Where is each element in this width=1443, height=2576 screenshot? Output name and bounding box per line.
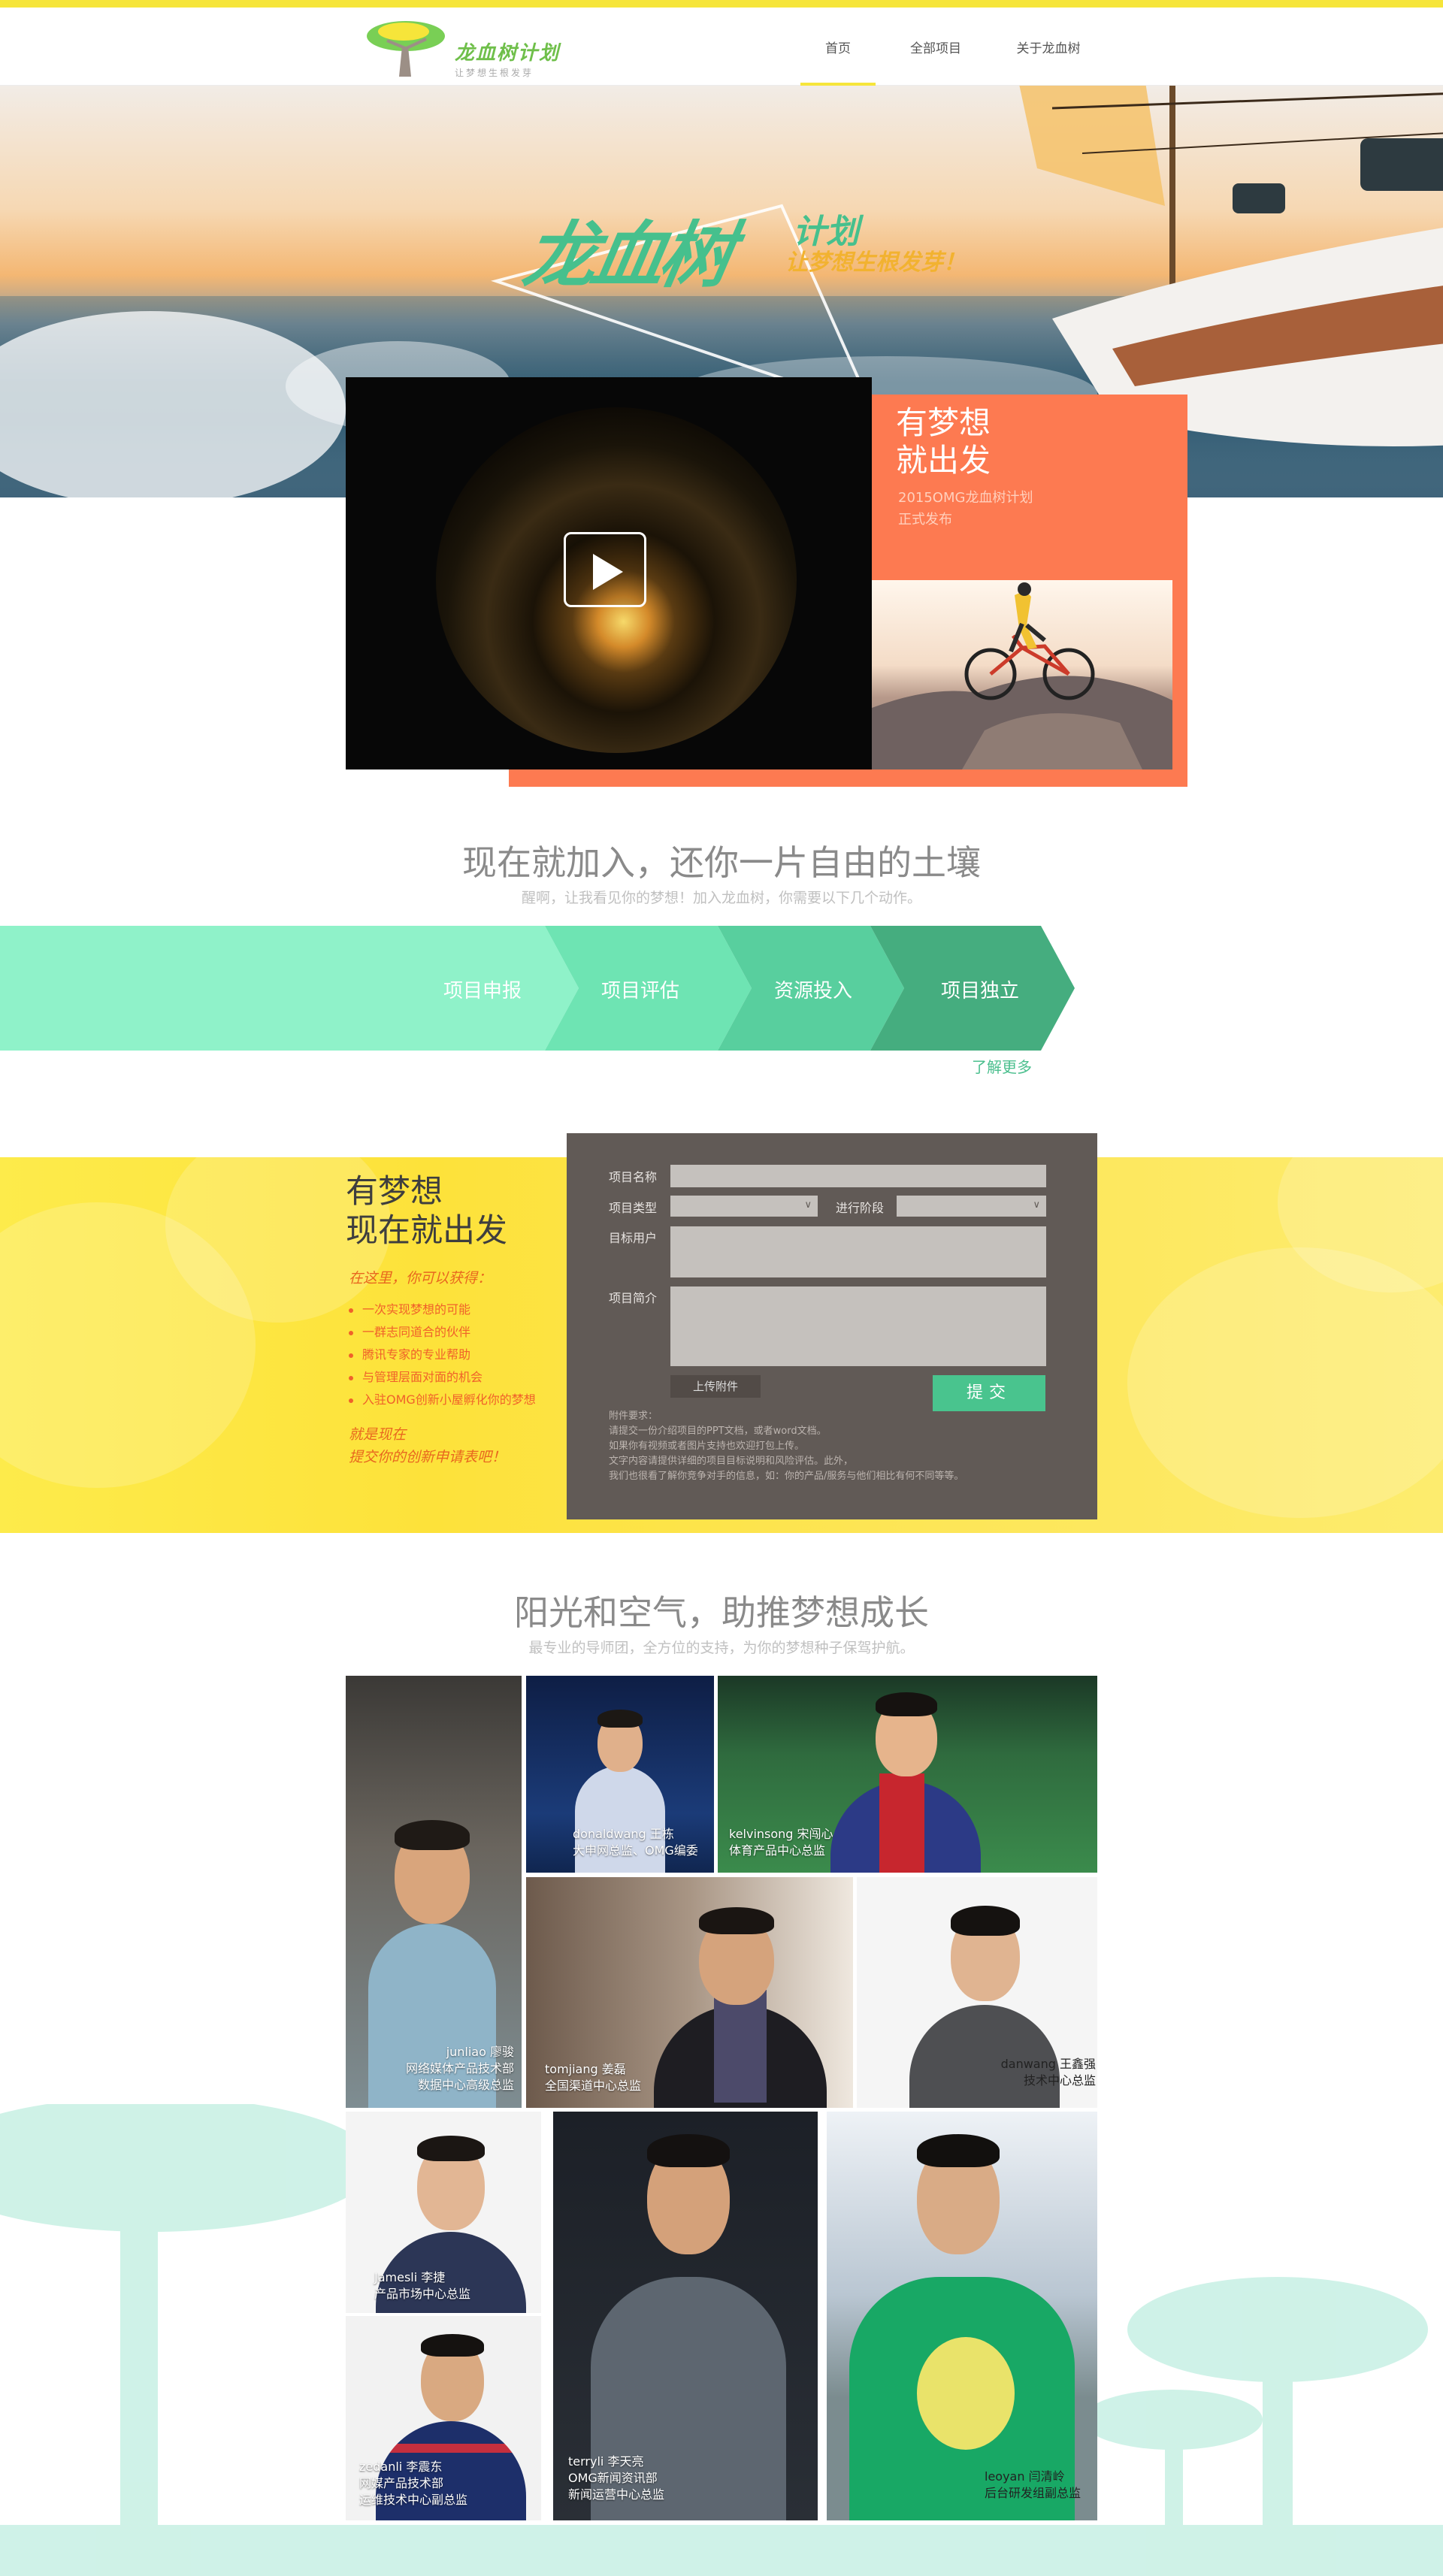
mentor-hair	[647, 2134, 730, 2167]
benefits-list: 一次实现梦想的可能 一群志同道合的伙伴 腾讯专家的专业帮助 与管理层面对面的机会…	[349, 1299, 536, 1411]
main-nav: 首页 全部项目 关于龙血树	[0, 8, 1443, 86]
apply-title: 有梦想 现在就出发	[346, 1172, 507, 1250]
step-project-apply[interactable]: 项目申报	[443, 975, 522, 1003]
mentor-hair	[417, 2136, 485, 2161]
video-player[interactable]	[346, 377, 872, 769]
project-type-select[interactable]: ∨	[670, 1196, 818, 1217]
feature-title: 有梦想 就出发	[896, 404, 991, 479]
mentor-card-leoyan[interactable]: leoyan 闫清岭 后台研发组副总监	[827, 2112, 1097, 2520]
apply-title-line2: 现在就出发	[346, 1212, 507, 1250]
project-type-label: 项目类型	[609, 1201, 658, 1215]
bullet-icon	[349, 1330, 353, 1335]
mentor-caption: donaldwang 王栋 大申网总监、OMG编委	[573, 1827, 698, 1858]
mentor-hair	[421, 2334, 484, 2357]
target-users-label: 目标用户	[609, 1231, 658, 1245]
mentor-card-tomjiang[interactable]: tomjiang 姜磊 全国渠道中心总监	[526, 1877, 853, 2108]
feature-subtitle: 2015OMG龙血树计划 正式发布	[898, 487, 1033, 531]
scarf	[714, 1990, 767, 2103]
top-accent-line	[0, 0, 1443, 8]
mentor-caption: danwang 王鑫强 技术中心总监	[1000, 2057, 1096, 2088]
benefit-item: 一次实现梦想的可能	[349, 1299, 536, 1321]
mentor-hair	[597, 1710, 643, 1728]
project-intro-label: 项目简介	[609, 1291, 658, 1305]
chevron-down-icon: ∨	[1033, 1199, 1040, 1211]
mentor-card-jamesli[interactable]: Jamesli 李捷 产品市场中心总监	[346, 2112, 541, 2313]
nav-all-projects[interactable]: 全部项目	[894, 8, 977, 86]
play-icon	[593, 554, 623, 590]
shirt-print	[917, 2337, 1015, 2450]
mentor-card-kelvinsong[interactable]: kelvinsong 宋闯心 体育产品中心总监	[718, 1676, 1097, 1873]
mentor-caption: junliao 廖骏 网络媒体产品技术部 数据中心高级总监	[405, 2045, 514, 2092]
feature-sub-line1: 2015OMG龙血树计划	[898, 490, 1033, 506]
mentor-card-donaldwang[interactable]: donaldwang 王栋 大申网总监、OMG编委	[526, 1676, 714, 1873]
project-stage-select[interactable]: ∨	[897, 1196, 1046, 1217]
join-subtitle: 醒啊，让我看见你的梦想！加入龙血树，你需要以下几个动作。	[521, 890, 921, 906]
mentor-card-junliao[interactable]: junliao 廖骏 网络媒体产品技术部 数据中心高级总监	[346, 1676, 522, 2108]
feature-title-line1: 有梦想	[896, 404, 991, 441]
submit-button[interactable]: 提交	[933, 1375, 1045, 1411]
upload-attachment-button[interactable]: 上传附件	[670, 1375, 761, 1398]
chevron-down-icon: ∨	[804, 1199, 812, 1211]
feature-title-line2: 就出发	[896, 442, 991, 479]
bullet-icon	[349, 1353, 353, 1358]
bullet-icon	[349, 1308, 353, 1313]
bullet-icon	[349, 1375, 353, 1380]
hero-title: 龙血树	[517, 213, 736, 298]
benefit-item: 一群志同道合的伙伴	[349, 1321, 536, 1344]
mentor-caption: Jamesli 李捷 产品市场中心总监	[374, 2270, 471, 2301]
apply-cta: 就是现在 提交你的创新申请表吧！	[349, 1423, 506, 1468]
apply-note: 在这里，你可以获得：	[349, 1270, 492, 1286]
process-arrows	[0, 926, 1075, 1051]
play-button[interactable]	[564, 532, 646, 607]
mentor-card-zedanli[interactable]: zedanli 李震东 网媒产品技术部 运维技术中心副总监	[346, 2316, 541, 2520]
bullet-icon	[349, 1398, 353, 1403]
cyclist-illustration	[872, 582, 1172, 769]
learn-more-link[interactable]: 了解更多	[972, 1055, 1032, 1077]
scarf-stripe	[879, 1773, 924, 1873]
nav-home[interactable]: 首页	[800, 8, 876, 86]
mentor-caption: terryli 李天亮 OMG新闻资讯部 新闻运营中心总监	[568, 2454, 665, 2502]
process-steps: 项目申报 项目评估 资源投入 项目独立	[0, 926, 1443, 1051]
attachment-requirements: 附件要求： 请提交一份介绍项目的PPT文档，或者word文档。 如果你有视频或者…	[609, 1410, 964, 1482]
step-project-independent[interactable]: 项目独立	[941, 975, 1019, 1003]
feature-sub-line2: 正式发布	[898, 512, 952, 528]
mentors-title: 阳光和空气，助推梦想成长	[514, 1592, 929, 1633]
mentor-caption: tomjiang 姜磊 全国渠道中心总监	[545, 2062, 642, 2093]
step-resource-invest[interactable]: 资源投入	[774, 975, 852, 1003]
project-name-label: 项目名称	[609, 1170, 658, 1184]
nav-about[interactable]: 关于龙血树	[1000, 8, 1097, 86]
mentor-caption: zedanli 李震东 网媒产品技术部 运维技术中心副总监	[359, 2460, 468, 2507]
join-title: 现在就加入，还你一片自由的土壤	[462, 842, 981, 883]
project-stage-label: 进行阶段	[836, 1201, 885, 1215]
project-intro-input[interactable]	[670, 1286, 1046, 1366]
apply-cta-line1: 就是现在	[349, 1426, 407, 1443]
mentor-hair	[876, 1692, 937, 1716]
mentor-caption: kelvinsong 宋闯心 体育产品中心总监	[729, 1827, 833, 1858]
benefit-item: 腾讯专家的专业帮助	[349, 1344, 536, 1366]
apply-cta-line2: 提交你的创新申请表吧！	[349, 1449, 507, 1465]
mentors-subtitle: 最专业的导师团，全方位的支持，为你的梦想种子保驾护航。	[528, 1640, 915, 1656]
project-name-input[interactable]	[670, 1165, 1046, 1187]
step-project-review[interactable]: 项目评估	[601, 975, 679, 1003]
apply-title-line1: 有梦想	[346, 1173, 443, 1211]
cyclist-image	[872, 580, 1172, 769]
mentor-hair	[395, 1820, 470, 1850]
benefit-item: 入驻OMG创新小屋孵化你的梦想	[349, 1389, 536, 1411]
mentor-card-terryli[interactable]: terryli 李天亮 OMG新闻资讯部 新闻运营中心总监	[553, 2112, 818, 2520]
mentor-caption: leoyan 闫清岭 后台研发组副总监	[985, 2469, 1081, 2500]
hero-slogan: 让梦想生根发芽！	[785, 249, 966, 276]
benefit-item: 与管理层面对面的机会	[349, 1366, 536, 1389]
mentor-hair	[699, 1907, 774, 1934]
mentor-hair	[917, 2134, 1000, 2167]
target-users-input[interactable]	[670, 1226, 1046, 1277]
mentor-card-danwang[interactable]: danwang 王鑫强 技术中心总监	[857, 1877, 1097, 2108]
mentor-hair	[951, 1906, 1020, 1936]
